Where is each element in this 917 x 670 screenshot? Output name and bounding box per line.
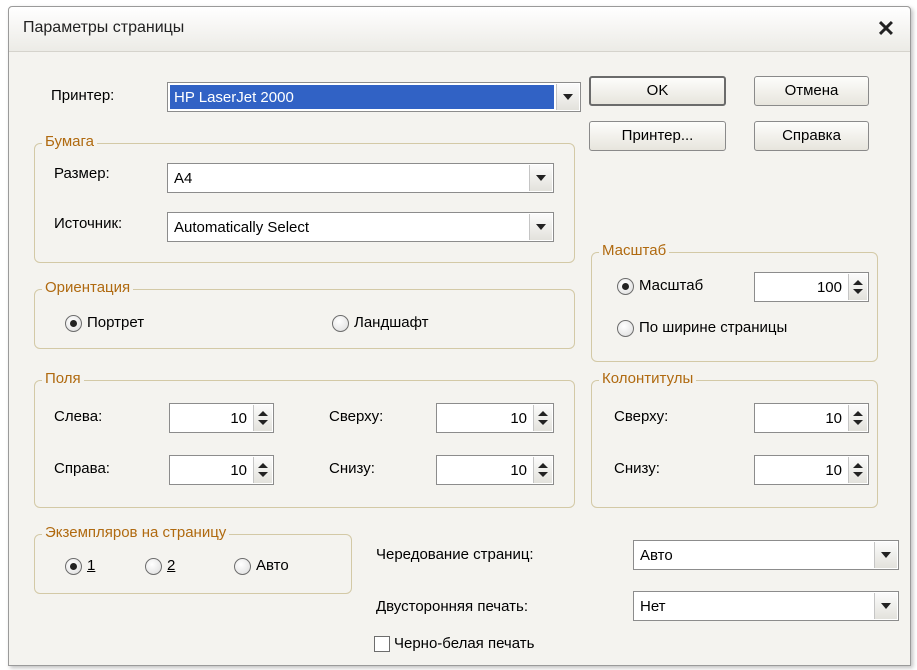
scale-group-title: Масштаб — [599, 242, 670, 259]
margin-bottom-spinner[interactable]: 10 — [436, 455, 554, 485]
copies-2-radio[interactable] — [145, 558, 162, 575]
help-button[interactable]: Справка — [754, 121, 869, 151]
close-icon[interactable]: ✕ — [872, 15, 900, 43]
spinner-arrows-icon[interactable] — [848, 274, 867, 300]
fit-width-label[interactable]: По ширине страницы — [639, 319, 787, 336]
dialog-title: Параметры страницы — [23, 19, 185, 36]
chevron-down-icon[interactable] — [529, 165, 552, 191]
spinner-arrows-icon[interactable] — [253, 457, 272, 483]
scale-group: Масштаб — [591, 242, 878, 362]
paper-source-value: Automatically Select — [174, 219, 310, 236]
header-top-value: 10 — [825, 410, 842, 427]
alternation-value: Авто — [640, 547, 673, 564]
margin-bottom-label: Снизу: — [329, 460, 375, 477]
copies-group-title: Экземпляров на страницу — [42, 524, 230, 541]
printer-value: HP LaserJet 2000 — [174, 89, 294, 106]
chevron-down-icon[interactable] — [874, 542, 897, 568]
headers-group-title: Колонтитулы — [599, 370, 697, 387]
scale-spinner[interactable]: 100 — [754, 272, 869, 302]
copies-auto-label[interactable]: Авто — [256, 557, 289, 574]
header-bottom-label: Снизу: — [614, 460, 660, 477]
alternation-select[interactable]: Авто — [633, 540, 899, 570]
copies-auto-radio[interactable] — [234, 558, 251, 575]
paper-source-select[interactable]: Automatically Select — [167, 212, 554, 242]
margin-top-label: Сверху: — [329, 408, 384, 425]
paper-group: Бумага — [34, 133, 575, 263]
margin-right-spinner[interactable]: 10 — [169, 455, 274, 485]
scale-value: 100 — [816, 279, 842, 296]
headers-group: Колонтитулы — [591, 370, 878, 508]
portrait-label[interactable]: Портрет — [87, 314, 144, 331]
paper-group-title: Бумага — [42, 133, 97, 150]
paper-size-value: A4 — [174, 170, 193, 187]
margin-right-label: Справа: — [54, 460, 110, 477]
duplex-value: Нет — [640, 598, 666, 615]
header-bottom-spinner[interactable]: 10 — [754, 455, 869, 485]
margin-left-value: 10 — [230, 410, 247, 427]
landscape-label[interactable]: Ландшафт — [354, 314, 428, 331]
ok-button[interactable]: OK — [589, 76, 726, 106]
spinner-arrows-icon[interactable] — [253, 405, 272, 431]
spinner-arrows-icon[interactable] — [848, 405, 867, 431]
margin-left-spinner[interactable]: 10 — [169, 403, 274, 433]
margin-left-label: Слева: — [54, 408, 103, 425]
chevron-down-icon[interactable] — [556, 84, 579, 110]
source-label: Источник: — [54, 215, 123, 232]
margins-group: Поля — [34, 370, 575, 508]
bw-label[interactable]: Черно-белая печать — [394, 635, 534, 652]
duplex-label: Двусторонняя печать: — [376, 598, 528, 615]
margins-group-title: Поля — [42, 370, 84, 387]
page-setup-dialog: Параметры страницы ✕ Принтер: HP LaserJe… — [8, 6, 911, 666]
copies-1-radio[interactable] — [65, 558, 82, 575]
margin-top-value: 10 — [510, 410, 527, 427]
scale-option-label[interactable]: Масштаб — [639, 277, 703, 294]
spinner-arrows-icon[interactable] — [533, 405, 552, 431]
chevron-down-icon[interactable] — [529, 214, 552, 240]
bw-checkbox[interactable] — [374, 636, 390, 652]
copies-2-label[interactable]: 2 — [167, 557, 175, 574]
scale-radio[interactable] — [617, 278, 634, 295]
margin-right-value: 10 — [230, 462, 247, 479]
copies-1-label[interactable]: 1 — [87, 557, 95, 574]
spinner-arrows-icon[interactable] — [848, 457, 867, 483]
cancel-button[interactable]: Отмена — [754, 76, 869, 106]
margin-top-spinner[interactable]: 10 — [436, 403, 554, 433]
paper-size-select[interactable]: A4 — [167, 163, 554, 193]
chevron-down-icon[interactable] — [874, 593, 897, 619]
header-top-label: Сверху: — [614, 408, 669, 425]
printer-button[interactable]: Принтер... — [589, 121, 726, 151]
landscape-radio[interactable] — [332, 315, 349, 332]
printer-label: Принтер: — [51, 87, 115, 104]
header-top-spinner[interactable]: 10 — [754, 403, 869, 433]
header-bottom-value: 10 — [825, 462, 842, 479]
size-label: Размер: — [54, 165, 110, 182]
printer-select[interactable]: HP LaserJet 2000 — [167, 82, 581, 112]
title-bar: Параметры страницы ✕ — [9, 7, 910, 52]
portrait-radio[interactable] — [65, 315, 82, 332]
duplex-select[interactable]: Нет — [633, 591, 899, 621]
orientation-group-title: Ориентация — [42, 279, 134, 296]
margin-bottom-value: 10 — [510, 462, 527, 479]
fit-width-radio[interactable] — [617, 320, 634, 337]
spinner-arrows-icon[interactable] — [533, 457, 552, 483]
alternation-label: Чередование страниц: — [376, 546, 534, 563]
